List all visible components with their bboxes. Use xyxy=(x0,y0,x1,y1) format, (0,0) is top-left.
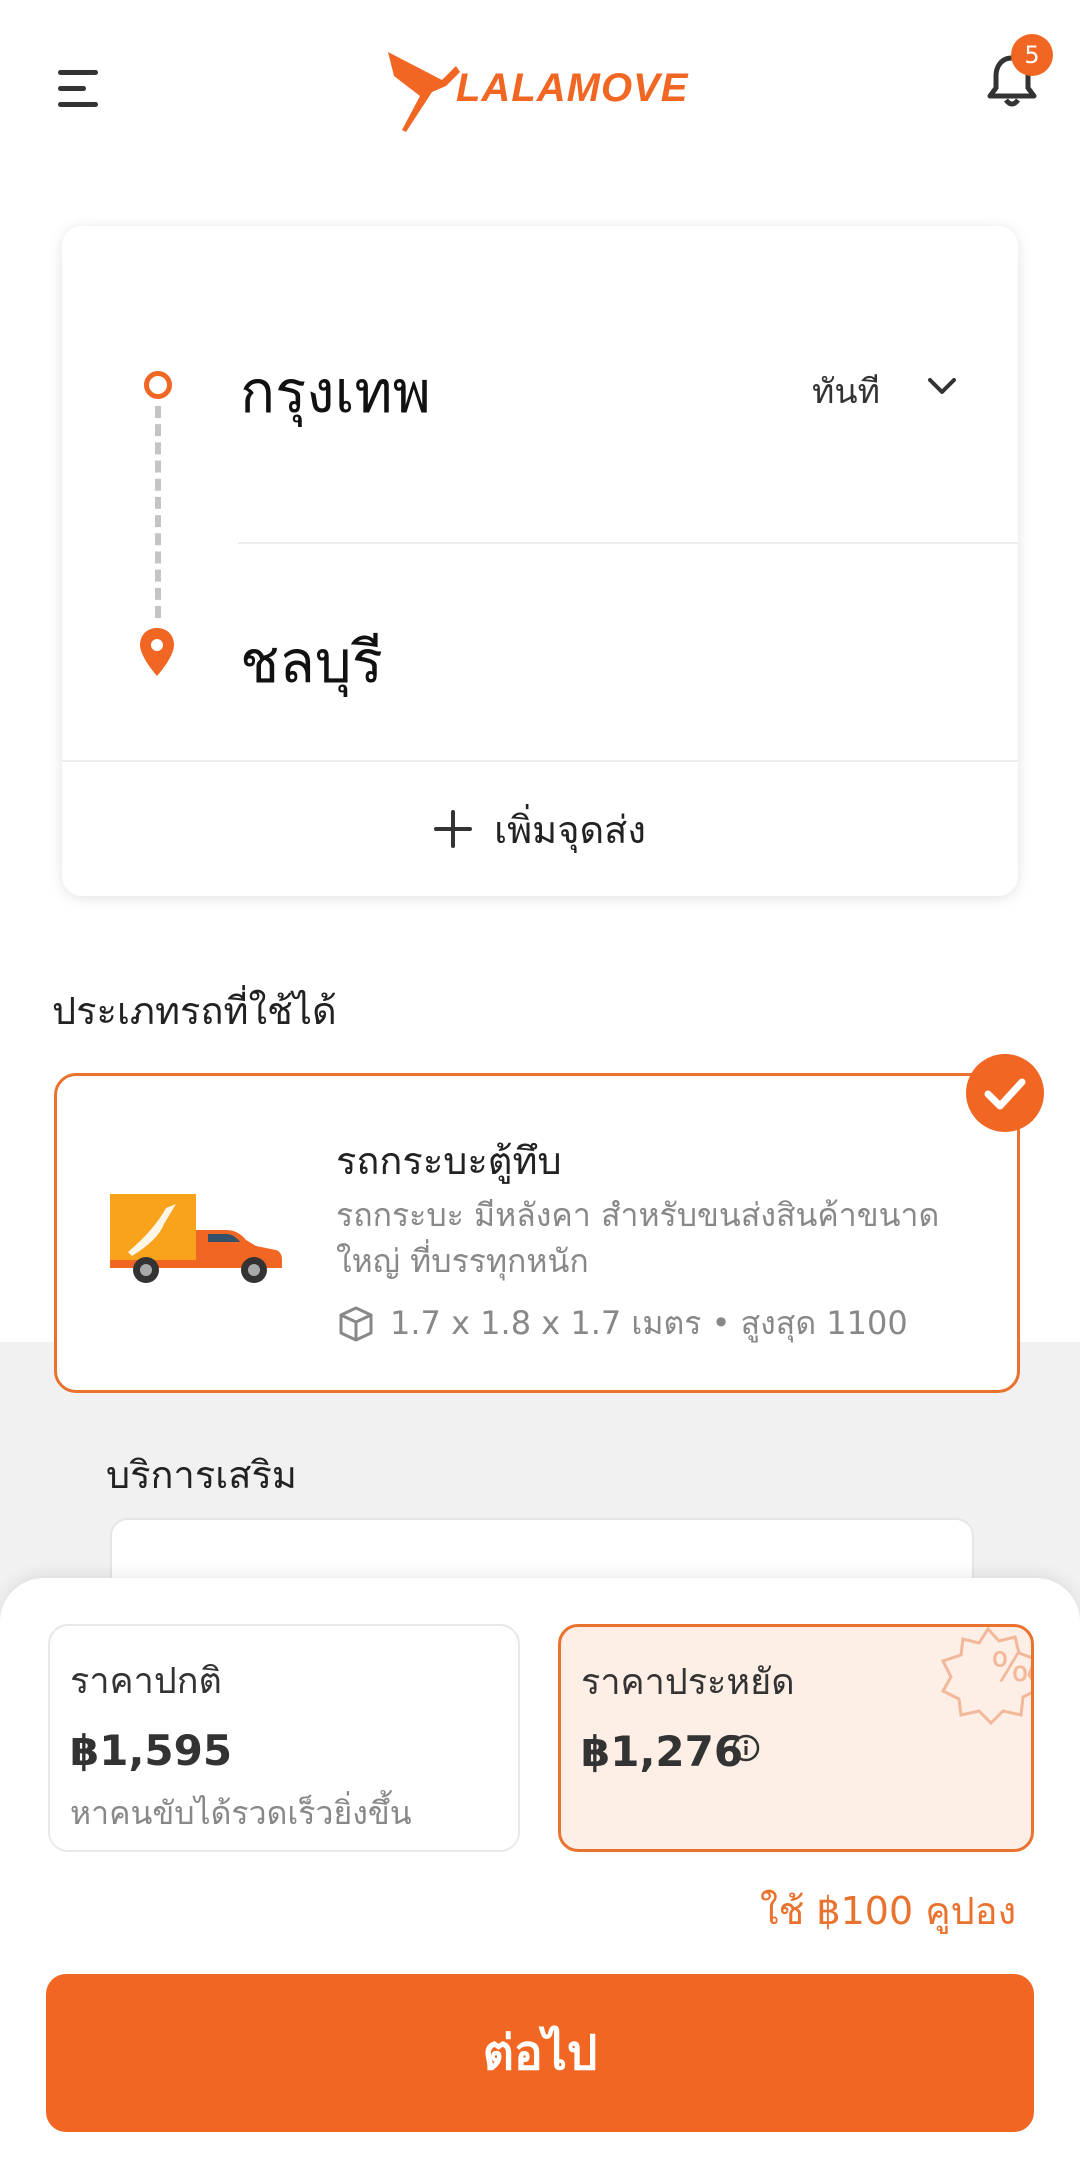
truck-image xyxy=(106,1190,286,1286)
menu-icon[interactable] xyxy=(58,68,100,110)
price-normal-subtitle: หาคนขับได้รวดเร็วยิ่งขึ้น xyxy=(70,1794,412,1832)
vehicle-description: รถกระบะ มีหลังคา สำหรับขนส่งสินค้าขนาดให… xyxy=(336,1196,940,1280)
extras-section-title: บริการเสริม xyxy=(106,1453,297,1497)
schedule-time-label[interactable]: ทันที xyxy=(812,364,880,418)
dropoff-pin-icon xyxy=(140,628,174,676)
vehicle-spec: 1.7 x 1.8 x 1.7 เมตร • สูงสุด 1100 xyxy=(336,1298,908,1349)
vehicle-section-title: ประเภทรถที่ใช้ได้ xyxy=(52,989,337,1033)
dropoff-location[interactable]: ชลบุรี xyxy=(240,615,383,708)
selected-check-icon xyxy=(966,1054,1044,1132)
brand-name: LALAMOVE xyxy=(456,66,689,110)
price-saver-title: ราคาประหยัด xyxy=(581,1662,795,1703)
price-normal-title: ราคาปกติ xyxy=(70,1661,222,1702)
add-stop-label: เพิ่มจุดส่ง xyxy=(494,807,646,852)
route-dash-line xyxy=(155,406,161,618)
route-divider xyxy=(238,542,1018,544)
info-icon[interactable] xyxy=(731,1733,761,1763)
brand-logo: LALAMOVE xyxy=(384,46,704,136)
pickup-location[interactable]: กรุงเทพ xyxy=(240,345,431,438)
pickup-dot-icon xyxy=(144,371,172,399)
vehicle-spec-text: 1.7 x 1.8 x 1.7 เมตร • สูงสุด 1100 xyxy=(390,1304,908,1342)
chevron-down-icon[interactable] xyxy=(924,368,960,404)
svg-text:%: % xyxy=(991,1645,1029,1691)
price-saver-value: ฿1,276 xyxy=(581,1727,744,1776)
vehicle-name: รถกระบะตู้ทึบ xyxy=(336,1139,562,1183)
box-icon xyxy=(339,1306,373,1341)
coupon-link[interactable]: ใช้ ฿100 คูปอง xyxy=(760,1880,1016,1941)
notification-badge: 5 xyxy=(1011,34,1053,76)
price-option-normal[interactable]: ราคาปกติ ฿1,595 หาคนขับได้รวดเร็วยิ่งขึ้… xyxy=(48,1624,520,1852)
price-option-saver[interactable]: % ราคาประหยัด ฿1,276 xyxy=(558,1624,1034,1852)
plus-icon xyxy=(434,810,473,848)
price-normal-value: ฿1,595 xyxy=(70,1726,233,1775)
next-button[interactable]: ต่อไป xyxy=(46,1974,1034,2132)
discount-tag-icon: % xyxy=(940,1627,1031,1726)
add-stop-button[interactable]: เพิ่มจุดส่ง xyxy=(62,762,1018,896)
